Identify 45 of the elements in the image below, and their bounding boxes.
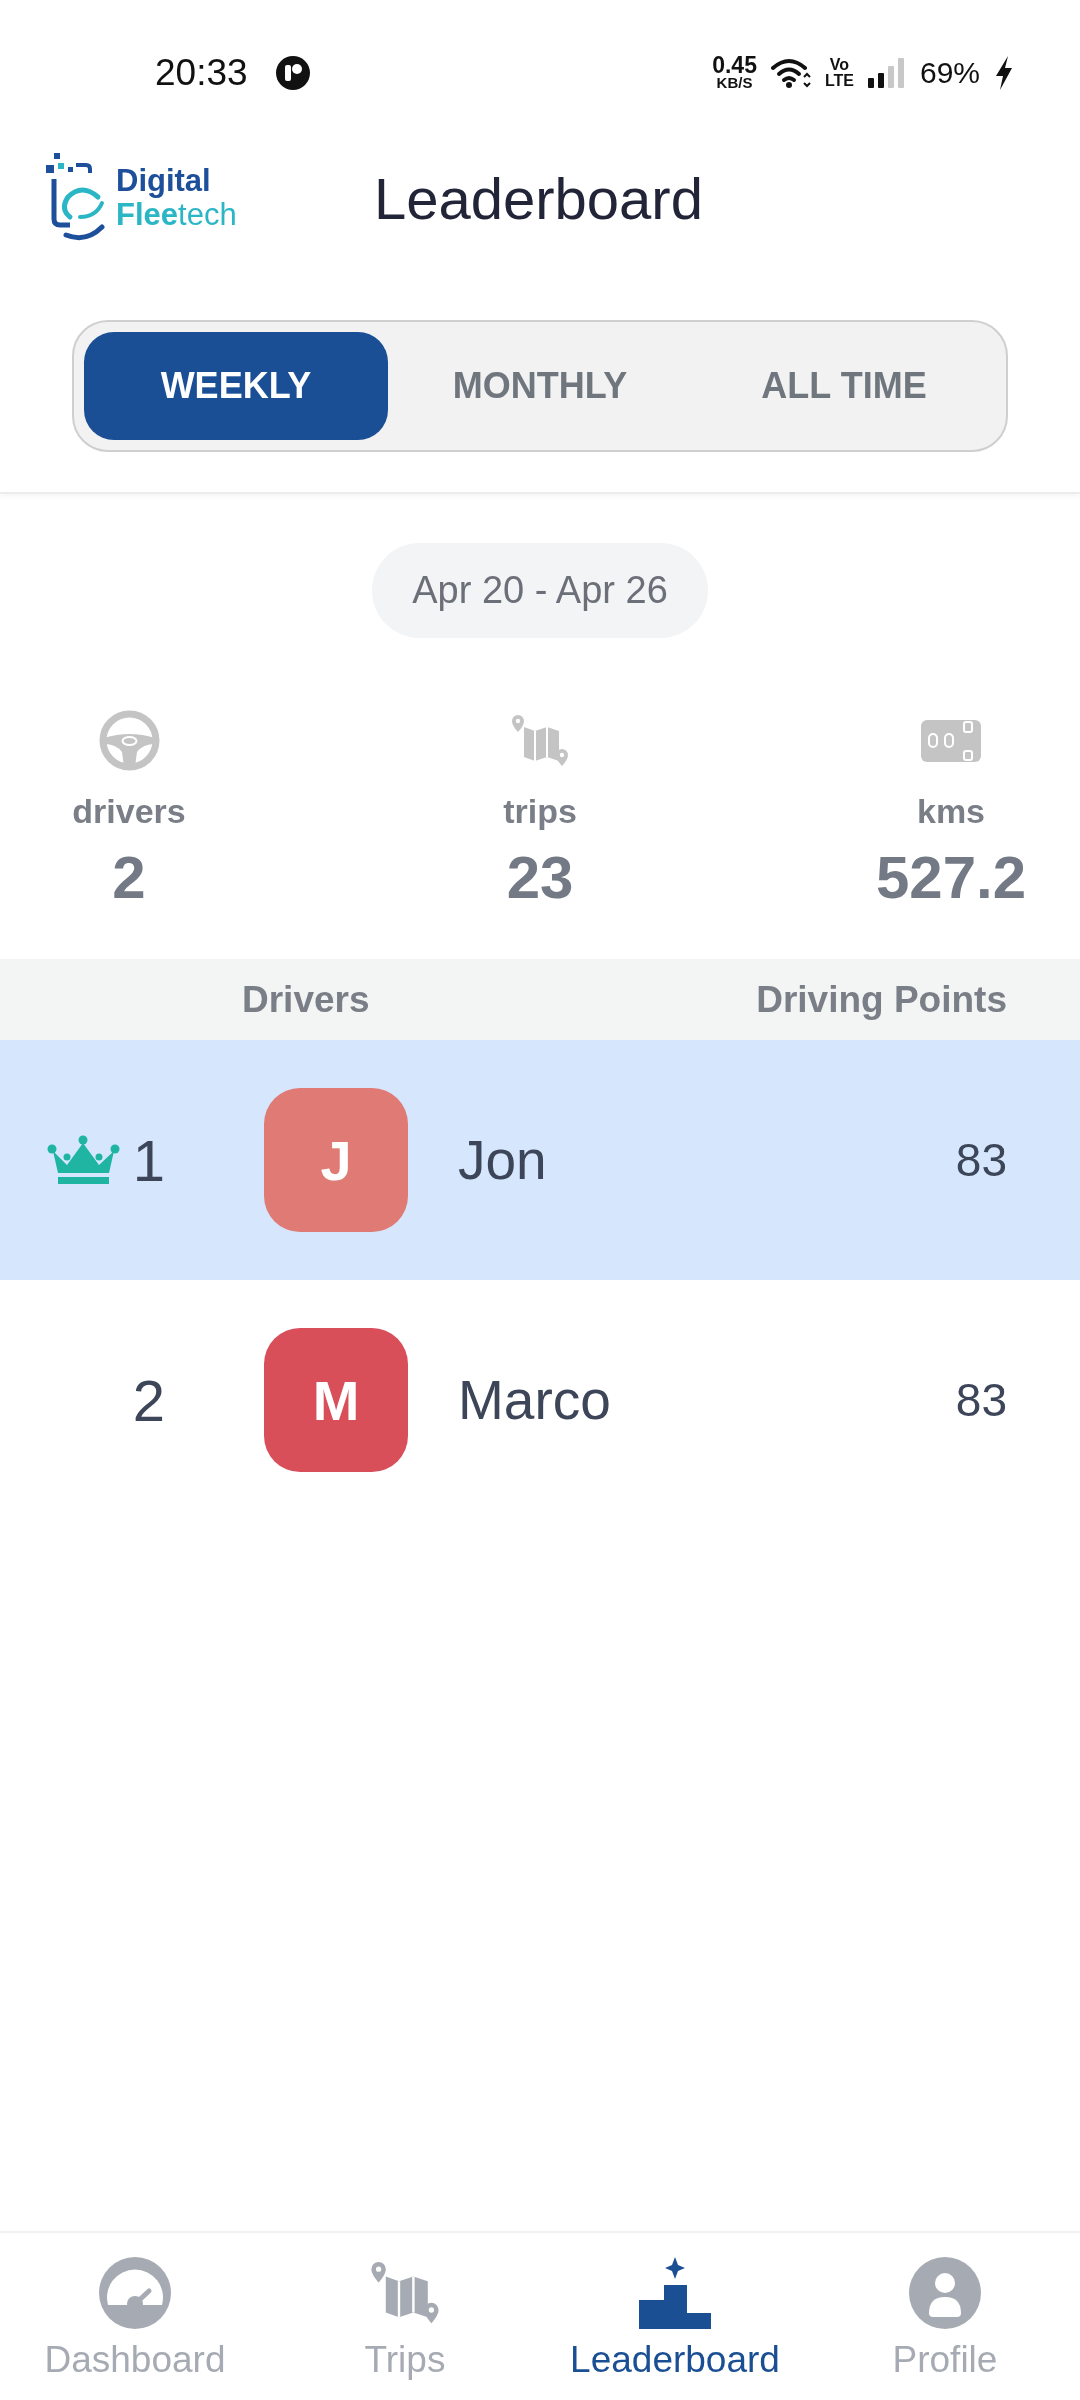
nav-item[interactable]: Dashboard [0,2233,270,2400]
volte-label: Vo [829,56,850,73]
column-heading: Drivers [242,978,370,1021]
status-time: 20:33 [155,51,248,94]
logo-text: Digital [116,164,212,198]
network-speed-unit: KB/S [716,74,753,91]
battery-level: 69% [919,55,980,90]
rank-number: 1 [132,1126,166,1194]
driving-points: 83 [955,1133,1007,1187]
profile-icon [909,2257,981,2329]
logo-text: Fleetech [116,198,237,232]
stat-value: 23 [506,843,574,913]
map-icon [510,715,570,766]
nav-item[interactable]: Trips [270,2233,540,2400]
nav-item[interactable]: Profile [810,2233,1080,2400]
period-tab[interactable]: WEEKLY [84,332,388,440]
leaderboard-row[interactable]: 1 J Jon 83 [0,1040,1080,1280]
logo-icon [46,153,108,243]
column-heading: Driving Points [756,978,1007,1021]
page-title: Leaderboard [374,164,703,232]
nav-item[interactable]: Leaderboard [540,2233,810,2400]
stat-value: 527.2 [875,843,1027,913]
driving-points: 83 [955,1373,1007,1427]
stat-label: drivers [72,791,186,831]
stat-label: kms [916,791,986,831]
steering-wheel-icon [98,710,160,771]
driver-name: Marco [458,1368,612,1432]
wifi-icon [770,56,811,89]
podium-icon [639,2257,711,2329]
map-icon [369,2262,441,2324]
driver-name: Jon [458,1128,548,1192]
notification-icon [275,55,310,90]
network-speed: 0.45 [712,54,757,75]
rank-number: 2 [132,1366,166,1434]
period-tab[interactable]: ALL TIME [692,332,996,440]
gauge-icon [99,2257,171,2329]
stat-label: trips [503,791,577,831]
signal-icon [867,57,906,88]
date-range-pill[interactable]: Apr 20 - Apr 26 [372,543,708,638]
stat-value: 2 [112,843,146,913]
period-tab[interactable]: MONTHLY [388,332,692,440]
avatar: J [264,1088,408,1232]
odometer-icon [921,719,981,762]
avatar: M [264,1328,408,1472]
volte-label: LTE [824,72,854,89]
